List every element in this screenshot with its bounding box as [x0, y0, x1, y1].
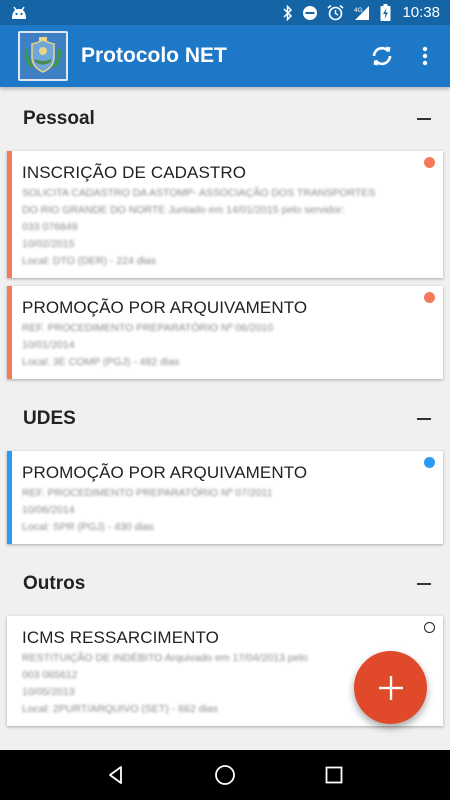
protocol-card[interactable]: INSCRIÇÃO DE CADASTRO SOLICITA CADASTRO … — [7, 151, 443, 278]
collapse-button[interactable] — [414, 109, 434, 129]
collapse-button[interactable] — [414, 574, 434, 594]
minus-icon — [417, 583, 431, 585]
card-location: Local: 3E COMP (PGJ) - 482 dias — [22, 356, 180, 368]
more-vertical-icon — [422, 46, 428, 66]
card-accent-bar — [7, 286, 12, 379]
home-button[interactable] — [205, 755, 245, 795]
card-location: Local: SPR (PGJ) - 430 dias — [22, 521, 154, 533]
clock-time: 10:38 — [402, 4, 440, 21]
card-detail: REF. PROCEDIMENTO PREPARATÓRIO Nº 06/201… — [22, 322, 274, 334]
recents-button[interactable] — [314, 755, 354, 795]
card-title: ICMS RESSARCIMENTO — [22, 628, 220, 647]
back-button[interactable] — [96, 755, 136, 795]
minus-icon — [417, 418, 431, 420]
app-title: Protocolo NET — [81, 44, 227, 67]
collapse-button[interactable] — [414, 409, 434, 429]
alarm-icon — [327, 4, 344, 21]
card-detail: SOLICITA CADASTRO DA ASTOMP- ASSOCIAÇÃO … — [22, 187, 376, 199]
section-title: Pessoal — [23, 108, 95, 129]
battery-charging-icon — [380, 4, 391, 21]
card-title: PROMOÇÃO POR ARQUIVAMENTO — [22, 463, 308, 482]
svg-text:4G: 4G — [354, 7, 363, 14]
android-notification-icon — [12, 6, 26, 19]
protocol-card[interactable]: PROMOÇÃO POR ARQUIVAMENTO REF. PROCEDIME… — [7, 286, 443, 379]
card-date: 10/02/2015 — [22, 238, 75, 250]
status-dot-icon — [424, 622, 435, 633]
navigation-bar — [0, 750, 450, 800]
app-logo — [18, 31, 68, 81]
recents-square-icon — [325, 766, 343, 784]
more-options-button[interactable] — [410, 32, 440, 80]
sync-button[interactable] — [358, 32, 406, 80]
section-header-udes: UDES — [0, 387, 450, 451]
card-location: Local: DTO (DER) - 224 dias — [22, 255, 157, 267]
card-detail: REF. PROCEDIMENTO PREPARATÓRIO Nº 07/201… — [22, 487, 273, 499]
section-title: UDES — [23, 408, 76, 429]
card-title: PROMOÇÃO POR ARQUIVAMENTO — [22, 298, 308, 317]
status-bar: 4G 10:38 — [0, 0, 450, 25]
card-date: 10/06/2014 — [22, 504, 75, 516]
status-dot-icon — [424, 292, 435, 303]
add-protocol-button[interactable] — [354, 651, 427, 724]
app-bar: Protocolo NET — [0, 25, 450, 87]
minus-icon — [417, 118, 431, 120]
card-detail: 033 076849 — [22, 221, 78, 233]
section-title: Outros — [23, 573, 86, 594]
protocol-list[interactable]: Pessoal INSCRIÇÃO DE CADASTRO SOLICITA C… — [0, 87, 450, 750]
status-dot-icon — [424, 157, 435, 168]
card-date: 10/01/2014 — [22, 339, 75, 351]
coat-of-arms-icon — [25, 37, 61, 73]
card-title: INSCRIÇÃO DE CADASTRO — [22, 163, 247, 182]
sync-icon — [372, 46, 392, 66]
bluetooth-icon — [283, 4, 293, 21]
plus-icon — [378, 675, 403, 700]
card-accent-bar — [7, 151, 12, 278]
signal-4g-icon: 4G — [354, 5, 370, 20]
back-triangle-icon — [109, 766, 123, 784]
card-accent-bar — [7, 451, 12, 544]
section-header-outros: Outros — [0, 552, 450, 616]
status-dot-icon — [424, 457, 435, 468]
home-circle-icon — [215, 765, 235, 785]
do-not-disturb-icon — [303, 5, 318, 20]
protocol-card[interactable]: PROMOÇÃO POR ARQUIVAMENTO REF. PROCEDIME… — [7, 451, 443, 544]
card-detail: DO RIO GRANDE DO NORTE Juntado em 14/01/… — [22, 204, 345, 216]
section-header-pessoal: Pessoal — [0, 87, 450, 151]
